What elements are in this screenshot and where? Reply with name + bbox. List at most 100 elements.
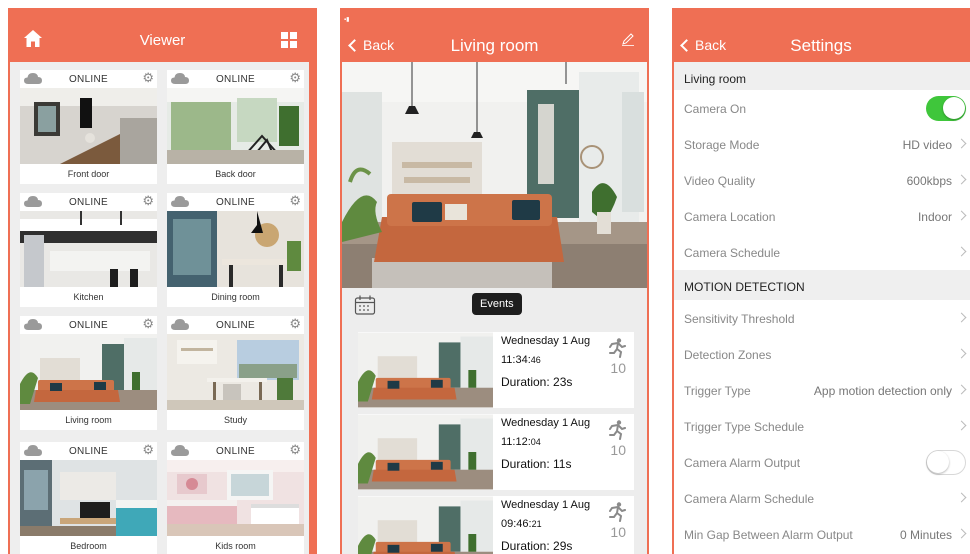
camera-tile-header: ONLINE ⚙ xyxy=(167,70,304,88)
camera-tile[interactable]: ONLINE ⚙ Study xyxy=(167,316,304,430)
trigger-type-row[interactable]: Trigger Type App motion detection only xyxy=(674,372,970,408)
viewer-screen: Viewer ONLINE ⚙ Front door ONLINE ⚙ Back door… xyxy=(8,8,317,554)
camera-tile[interactable]: ONLINE ⚙ Living room xyxy=(20,316,157,430)
event-row[interactable]: Wednesday 1 Aug 09:46:21 Duration: 29s 10 xyxy=(358,496,634,554)
motion-icon xyxy=(609,420,626,440)
chevron-right-icon xyxy=(956,492,967,503)
gear-icon[interactable]: ⚙ xyxy=(289,71,301,85)
camera-status: ONLINE xyxy=(68,446,109,457)
event-duration: Duration: 29s xyxy=(501,539,573,553)
chevron-right-icon xyxy=(956,528,967,539)
camera-label: Front door xyxy=(67,169,110,179)
camera-label: Kitchen xyxy=(73,292,104,302)
camera-thumbnail[interactable] xyxy=(20,211,157,287)
event-count: 10 xyxy=(610,442,626,458)
camera-location-row[interactable]: Camera Location Indoor xyxy=(674,198,970,234)
trigger-schedule-label: Trigger Type Schedule xyxy=(684,420,805,434)
camera-tile[interactable]: ONLINE ⚙ Bedroom xyxy=(20,442,157,554)
camera-thumbnail[interactable] xyxy=(20,88,157,164)
event-date: Wednesday 1 Aug xyxy=(501,499,591,511)
chevron-right-icon xyxy=(956,384,967,395)
min-gap-value: 0 Minutes xyxy=(899,528,952,542)
camera-tile[interactable]: ONLINE ⚙ Back door xyxy=(167,70,304,184)
viewer-header: Viewer xyxy=(8,8,317,68)
camera-tile-header: ONLINE ⚙ xyxy=(20,442,157,460)
camera-thumbnail[interactable] xyxy=(20,460,157,536)
camera-tile-header: ONLINE ⚙ xyxy=(20,193,157,211)
gear-icon[interactable]: ⚙ xyxy=(289,317,301,331)
camera-label: Living room xyxy=(65,415,112,425)
edit-icon[interactable] xyxy=(621,32,635,46)
gear-icon[interactable]: ⚙ xyxy=(142,71,154,85)
camera-tile[interactable]: ONLINE ⚙ Kitchen xyxy=(20,193,157,307)
event-row[interactable]: Wednesday 1 Aug 11:12:04 Duration: 11s 10 xyxy=(358,414,634,490)
trigger-schedule-row[interactable]: Trigger Type Schedule xyxy=(674,408,970,444)
detection-zones-row[interactable]: Detection Zones xyxy=(674,336,970,372)
camera-thumbnail[interactable] xyxy=(167,334,304,410)
sensitivity-row[interactable]: Sensitivity Threshold xyxy=(674,300,970,336)
settings-header: Back Settings xyxy=(672,8,970,62)
event-date: Wednesday 1 Aug xyxy=(501,335,591,347)
camera-on-row: Camera On xyxy=(674,90,970,126)
event-thumbnail[interactable] xyxy=(358,414,493,490)
video-quality-value: 600kbps xyxy=(906,174,952,188)
chevron-right-icon xyxy=(956,348,967,359)
camera-schedule-row[interactable]: Camera Schedule xyxy=(674,234,970,270)
event-count: 10 xyxy=(610,524,626,540)
signal-icon: ▪▮ xyxy=(344,17,350,23)
room-title: Living room xyxy=(450,36,539,55)
storage-mode-row[interactable]: Storage Mode HD video xyxy=(674,126,970,162)
camera-tile[interactable]: ONLINE ⚙ Front door xyxy=(20,70,157,184)
alarm-output-toggle[interactable] xyxy=(926,450,966,475)
live-video-view[interactable] xyxy=(342,62,647,288)
alarm-output-label: Camera Alarm Output xyxy=(684,456,801,470)
camera-on-toggle[interactable] xyxy=(926,96,966,121)
camera-thumbnail[interactable] xyxy=(167,211,304,287)
camera-label: Kids room xyxy=(215,541,256,551)
chevron-right-icon xyxy=(956,312,967,323)
camera-thumbnail[interactable] xyxy=(20,334,157,410)
alarm-schedule-label: Camera Alarm Schedule xyxy=(684,492,815,506)
settings-title: Settings xyxy=(790,36,852,55)
camera-tile[interactable]: ONLINE ⚙ Kids room xyxy=(167,442,304,554)
event-date: Wednesday 1 Aug xyxy=(501,417,591,429)
camera-thumbnail[interactable] xyxy=(167,88,304,164)
trigger-type-value: App motion detection only xyxy=(813,384,952,398)
event-thumbnail[interactable] xyxy=(358,332,493,408)
alarm-schedule-row[interactable]: Camera Alarm Schedule xyxy=(674,480,970,516)
camera-thumbnail[interactable] xyxy=(167,460,304,536)
camera-status: ONLINE xyxy=(215,197,256,208)
min-gap-label: Min Gap Between Alarm Output xyxy=(684,528,853,542)
camera-label: Dining room xyxy=(211,292,260,302)
grid-icon[interactable] xyxy=(281,32,297,48)
calendar-icon[interactable] xyxy=(354,294,376,316)
video-quality-label: Video Quality xyxy=(684,174,756,188)
min-gap-row[interactable]: Min Gap Between Alarm Output 0 Minutes xyxy=(674,516,970,552)
camera-status: ONLINE xyxy=(68,74,109,85)
event-thumbnail[interactable] xyxy=(358,496,493,554)
storage-mode-value: HD video xyxy=(902,138,952,152)
detection-zones-label: Detection Zones xyxy=(684,348,772,362)
camera-status: ONLINE xyxy=(215,74,256,85)
event-row[interactable]: Wednesday 1 Aug 11:34:46 Duration: 23s 10 xyxy=(358,332,634,408)
camera-tile-header: ONLINE ⚙ xyxy=(167,442,304,460)
room-screen: ▪▮ Back Living room Events Wednesday 1 A… xyxy=(340,8,649,554)
camera-tile-header: ONLINE ⚙ xyxy=(167,316,304,334)
camera-tile-header: ONLINE ⚙ xyxy=(167,193,304,211)
alarm-output-row: Camera Alarm Output xyxy=(674,444,970,480)
gear-icon[interactable]: ⚙ xyxy=(289,443,301,457)
viewer-title: Viewer xyxy=(139,32,186,49)
motion-icon xyxy=(609,338,626,358)
video-quality-row[interactable]: Video Quality 600kbps xyxy=(674,162,970,198)
gear-icon[interactable]: ⚙ xyxy=(142,194,154,208)
camera-tile[interactable]: ONLINE ⚙ Dining room xyxy=(167,193,304,307)
camera-status: ONLINE xyxy=(68,197,109,208)
camera-tile-header: ONLINE ⚙ xyxy=(20,316,157,334)
camera-grid: ONLINE ⚙ Front door ONLINE ⚙ Back door ONLINE ⚙… xyxy=(10,62,309,554)
settings-list: Living room Camera On Storage Mode HD vi… xyxy=(674,62,970,554)
camera-location-label: Camera Location xyxy=(684,210,776,224)
gear-icon[interactable]: ⚙ xyxy=(289,194,301,208)
gear-icon[interactable]: ⚙ xyxy=(142,443,154,457)
gear-icon[interactable]: ⚙ xyxy=(142,317,154,331)
events-badge[interactable]: Events xyxy=(472,293,522,315)
